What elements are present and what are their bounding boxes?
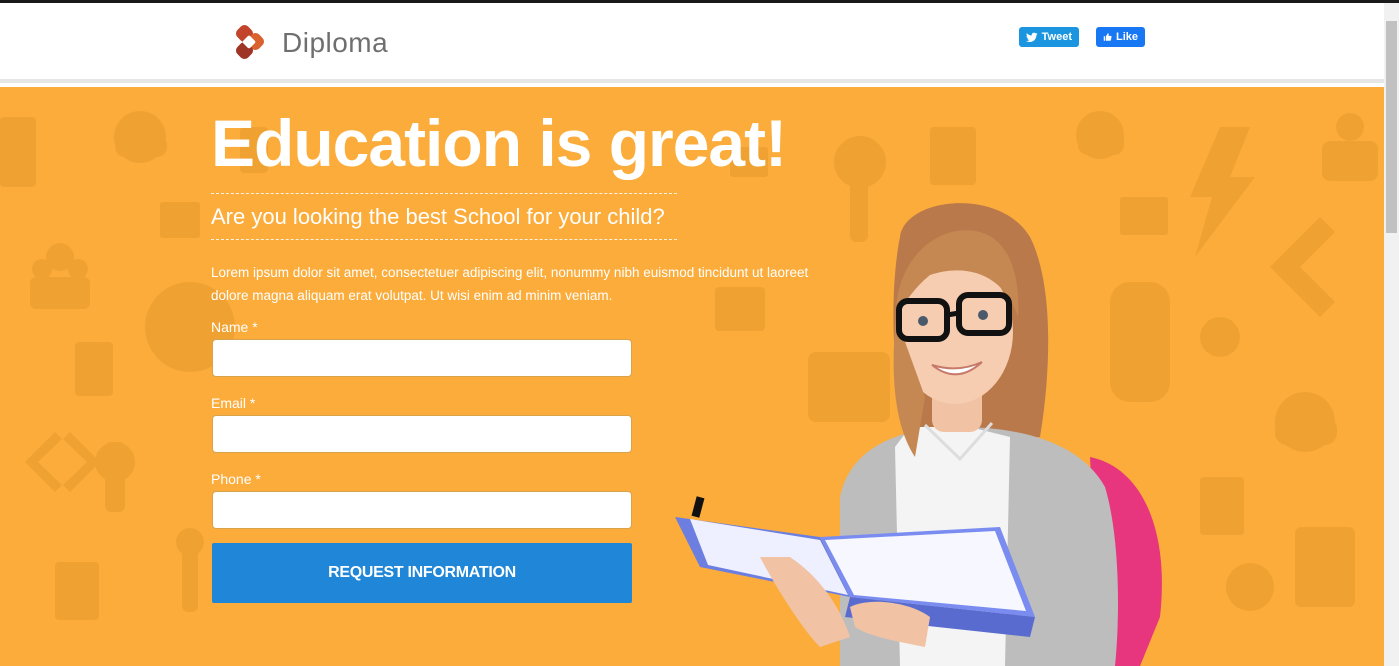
request-information-button[interactable]: REQUEST INFORMATION xyxy=(212,543,632,603)
hero-section: Education is great! Are you looking the … xyxy=(0,87,1384,666)
name-input[interactable] xyxy=(212,339,632,377)
diploma-logo-icon xyxy=(235,24,265,60)
like-label: Like xyxy=(1115,31,1138,43)
email-label: Email * xyxy=(211,395,256,411)
email-input[interactable] xyxy=(212,415,632,453)
site-header: Diploma Tweet Like xyxy=(0,3,1384,83)
page-scrollbar[interactable] xyxy=(1384,3,1399,666)
tweet-button[interactable]: Tweet xyxy=(1019,27,1079,47)
brand-name: Diploma xyxy=(282,27,389,58)
headline-divider xyxy=(211,193,677,194)
brand-logo[interactable]: Diploma xyxy=(230,23,388,63)
subheadline-divider xyxy=(211,239,677,240)
student-with-book-image xyxy=(675,203,1162,666)
like-button[interactable]: Like xyxy=(1096,27,1145,47)
tweet-label: Tweet xyxy=(1041,31,1072,43)
scrollbar-thumb[interactable] xyxy=(1386,21,1397,233)
twitter-bird-icon xyxy=(1026,32,1038,42)
hero-subheadline: Are you looking the best School for your… xyxy=(211,204,665,229)
thumbs-up-icon xyxy=(1103,33,1112,41)
name-label: Name * xyxy=(211,319,258,335)
phone-label: Phone * xyxy=(211,471,261,487)
phone-input[interactable] xyxy=(212,491,632,529)
hero-headline: Education is great! xyxy=(211,106,787,180)
